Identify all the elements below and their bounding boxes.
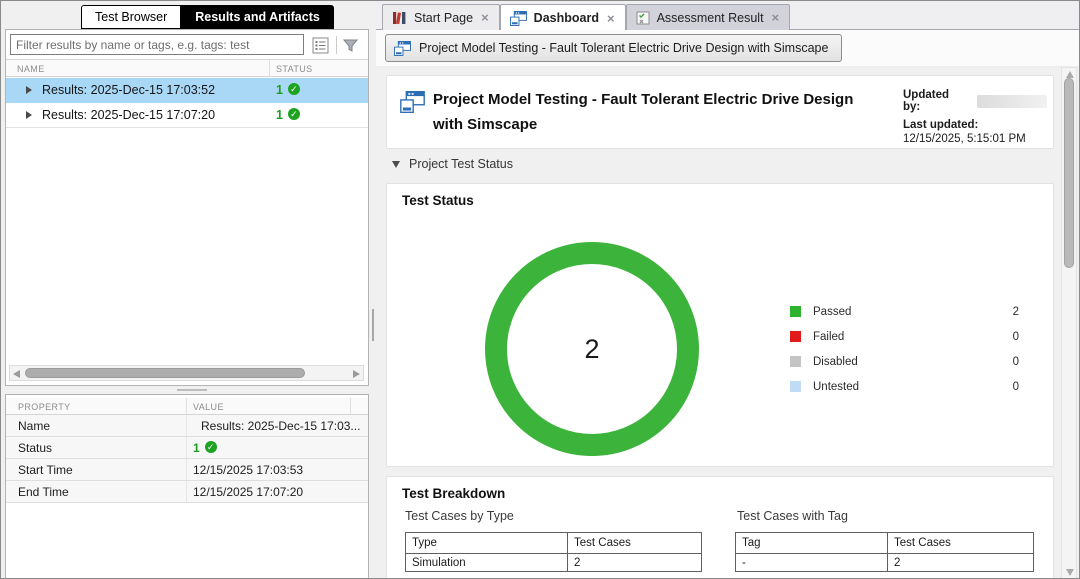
page-title: Project Model Testing - Fault Tolerant E… [433,87,885,137]
scroll-down-icon[interactable] [1066,569,1074,576]
failed-swatch-icon [790,331,801,342]
passed-check-icon [288,108,300,120]
column-status: STATUS [276,64,313,74]
dashboard-content: Project Model Testing - Fault Tolerant E… [376,67,1080,579]
updated-by-label: Updated by: [903,89,969,113]
scrollbar-thumb[interactable] [25,368,305,378]
column-value: VALUE [193,402,224,412]
last-updated-label: Last updated: [903,119,1047,131]
document-tabbar: Start Page × Dashboard × [376,1,1080,30]
property-row-name: Name Results: 2025-Dec-15 17:03... [6,415,368,437]
property-row-end-time: End Time 12/15/2025 17:07:20 [6,481,368,503]
tab-dashboard[interactable]: Dashboard × [500,4,626,31]
tab-assessment-result[interactable]: Assessment Result × [626,4,791,30]
column-name: NAME [17,64,45,74]
disabled-swatch-icon [790,356,801,367]
filter-button[interactable] [340,35,360,55]
breadcrumb-dashboard-button[interactable]: Project Model Testing - Fault Tolerant E… [385,34,842,62]
properties-panel: PROPERTY VALUE Name Results: 2025-Dec-15… [5,394,369,579]
expand-arrow-icon[interactable] [26,111,32,119]
updated-info: Updated by: Last updated: 12/15/2025, 5:… [903,89,1047,145]
legend-item-untested: Untested 0 [790,374,1019,399]
assessment-checklist-icon [636,11,650,25]
section-project-test-status[interactable]: Project Test Status [392,157,513,171]
tab-start-page[interactable]: Start Page × [382,4,500,30]
results-list-header: NAME STATUS [6,59,368,77]
test-cases-with-tag-table: Tag Test Cases - 2 [735,532,1034,572]
scroll-up-icon[interactable] [1066,71,1074,78]
test-status-card: Test Status 2 Passed 2 Failed 0 [386,183,1054,467]
test-cases-by-type-caption: Test Cases by Type [405,509,514,523]
result-status: 1 [276,83,300,97]
updated-by-value-redacted [977,95,1047,108]
table-row: Simulation 2 [406,554,701,571]
column-type: Type [406,533,568,553]
scrollbar-thumb[interactable] [1064,78,1074,268]
column-test-cases: Test Cases [568,533,701,553]
scroll-left-icon[interactable] [13,370,20,378]
results-panel: NAME STATUS Results: 2025-Dec-15 17:03:5… [5,29,369,386]
table-row: - 2 [736,554,1033,571]
horizontal-scrollbar[interactable] [9,365,364,381]
test-breakdown-card: Test Breakdown Test Cases by Type Type T… [386,476,1054,579]
toolbar-separator [336,36,337,54]
close-icon[interactable]: × [480,11,490,24]
result-name: Results: 2025-Dec-15 17:07:20 [42,108,215,122]
column-tag: Tag [736,533,888,553]
passed-check-icon [288,83,300,95]
dashboard-icon [394,41,411,56]
result-row-2[interactable]: Results: 2025-Dec-15 17:07:20 1 [6,103,368,128]
legend-item-disabled: Disabled 0 [790,349,1019,374]
expand-arrow-icon[interactable] [26,86,32,94]
breadcrumb-bar: Project Model Testing - Fault Tolerant E… [376,30,1080,67]
legend-item-failed: Failed 0 [790,324,1019,349]
filter-results-input[interactable] [10,34,304,55]
books-icon [392,10,407,25]
dashboard-title-card: Project Model Testing - Fault Tolerant E… [386,75,1054,149]
test-status-heading: Test Status [402,193,474,208]
result-name: Results: 2025-Dec-15 17:03:52 [42,83,215,97]
close-icon[interactable]: × [771,11,781,24]
left-panel-tabs: Test Browser Results and Artifacts [81,5,334,29]
dashboard-icon [400,91,425,113]
donut-center-value: 2 [584,334,599,365]
column-property: PROPERTY [18,402,71,412]
document-area: Start Page × Dashboard × [376,1,1080,579]
result-row-1[interactable]: Results: 2025-Dec-15 17:03:52 1 [6,78,368,103]
report-list-icon [312,37,329,54]
legend-item-passed: Passed 2 [790,299,1019,324]
filter-funnel-icon [342,37,359,54]
last-updated-value: 12/15/2025, 5:15:01 PM [903,133,1047,145]
tab-results-and-artifacts[interactable]: Results and Artifacts [181,5,334,29]
test-manager-window: Test Browser Results and Artifacts NAME … [0,0,1080,579]
property-row-start-time: Start Time 12/15/2025 17:03:53 [6,459,368,481]
vertical-splitter[interactable] [372,309,374,341]
passed-check-icon [205,441,217,453]
scroll-right-icon[interactable] [353,370,360,378]
test-breakdown-heading: Test Breakdown [402,486,505,501]
tab-test-browser[interactable]: Test Browser [81,5,181,29]
test-status-donut-chart: 2 [485,242,699,456]
test-cases-by-type-table: Type Test Cases Simulation 2 [405,532,702,572]
column-test-cases: Test Cases [888,533,1033,553]
properties-header: PROPERTY VALUE [6,398,368,415]
passed-swatch-icon [790,306,801,317]
test-cases-with-tag-caption: Test Cases with Tag [737,509,848,523]
horizontal-splitter[interactable] [177,389,207,391]
result-status: 1 [276,108,300,122]
report-button[interactable] [310,35,330,55]
dashboard-icon [510,11,527,26]
test-status-legend: Passed 2 Failed 0 Disabled 0 [790,299,1019,399]
collapse-triangle-icon[interactable] [392,161,400,168]
vertical-scrollbar[interactable] [1061,67,1077,579]
untested-swatch-icon [790,381,801,392]
close-icon[interactable]: × [606,12,616,25]
property-row-status: Status 1 [6,437,368,459]
